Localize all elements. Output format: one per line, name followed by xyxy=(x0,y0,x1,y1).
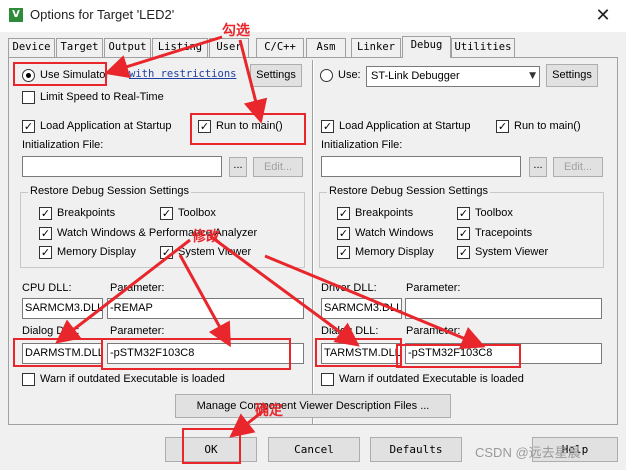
load-app-label-right: Load Application at Startup xyxy=(339,120,471,132)
tracepoints-checkbox-right[interactable]: ✓ xyxy=(457,227,470,240)
debugger-select[interactable]: ST-Link Debugger ▼ xyxy=(366,66,540,87)
defaults-button[interactable]: Defaults xyxy=(370,437,462,462)
memory-display-checkbox-right[interactable]: ✓ xyxy=(337,246,350,259)
init-file-input-right[interactable] xyxy=(321,156,521,177)
toolbox-checkbox-left[interactable]: ✓ xyxy=(160,207,173,220)
restore-title-right: Restore Debug Session Settings xyxy=(327,185,490,197)
run-to-main-label-right: Run to main() xyxy=(514,120,581,132)
highlight-use-simulator xyxy=(13,62,107,86)
manage-component-viewer-button[interactable]: Manage Component Viewer Description File… xyxy=(175,394,451,418)
tracepoints-label-right: Tracepoints xyxy=(475,227,533,239)
cpu-param-input[interactable]: -REMAP xyxy=(107,298,304,319)
warn-outdated-checkbox-left[interactable] xyxy=(22,373,35,386)
driver-dll-input[interactable]: SARMCM3.DLL xyxy=(321,298,402,319)
tab-debug[interactable]: Debug xyxy=(402,36,451,58)
chevron-down-icon: ▼ xyxy=(529,71,536,81)
tab-user[interactable]: User xyxy=(209,38,249,57)
watch-windows-checkbox-left[interactable]: ✓ xyxy=(39,227,52,240)
warn-outdated-label-right: Warn if outdated Executable is loaded xyxy=(339,373,524,385)
system-viewer-checkbox-right[interactable]: ✓ xyxy=(457,246,470,259)
tab-listing[interactable]: Listing xyxy=(152,38,208,57)
init-file-input-left[interactable] xyxy=(22,156,222,177)
breakpoints-label-left: Breakpoints xyxy=(57,207,116,219)
simulator-settings-button[interactable]: Settings xyxy=(250,64,302,87)
highlight-dialog-dll-right xyxy=(315,338,402,367)
highlight-dialog-param-left xyxy=(101,338,291,370)
watch-windows-label-left: Watch Windows & Performance Analyzer xyxy=(57,227,258,239)
driver-param-label: Parameter: xyxy=(406,282,461,294)
breakpoints-label-right: Breakpoints xyxy=(355,207,414,219)
cpu-dll-input[interactable]: SARMCM3.DLL xyxy=(22,298,103,319)
load-app-label-left: Load Application at Startup xyxy=(40,120,172,132)
dialog-param-label-left: Parameter: xyxy=(110,325,165,337)
warn-outdated-checkbox-right[interactable] xyxy=(321,373,334,386)
highlight-dialog-dll-left xyxy=(13,338,103,367)
init-file-label-left: Initialization File: xyxy=(22,139,104,151)
load-app-checkbox-left[interactable]: ✓ xyxy=(22,120,35,133)
toolbox-label-left: Toolbox xyxy=(178,207,216,219)
toolbox-checkbox-right[interactable]: ✓ xyxy=(457,207,470,220)
with-restrictions-link[interactable]: with restrictions xyxy=(129,68,236,80)
driver-param-input[interactable] xyxy=(405,298,602,319)
debugger-settings-button[interactable]: Settings xyxy=(546,64,598,87)
tab-asm[interactable]: Asm xyxy=(306,38,346,57)
tab-c-cpp[interactable]: C/C++ xyxy=(256,38,304,57)
tab-output[interactable]: Output xyxy=(104,38,151,57)
init-file-edit-right[interactable]: Edit... xyxy=(553,157,603,177)
init-file-label-right: Initialization File: xyxy=(321,139,403,151)
limit-speed-checkbox[interactable] xyxy=(22,91,35,104)
title-bar: V Options for Target 'LED2' ✕ xyxy=(0,0,626,32)
restore-title-left: Restore Debug Session Settings xyxy=(28,185,191,197)
debugger-select-value: ST-Link Debugger xyxy=(371,70,460,82)
init-file-browse-right[interactable]: ... xyxy=(529,157,547,177)
watch-windows-label-right: Watch Windows xyxy=(355,227,434,239)
highlight-run-to-main xyxy=(190,113,306,145)
tab-linker[interactable]: Linker xyxy=(351,38,401,57)
dialog-dll-label-left: Dialog DLL: xyxy=(22,325,80,337)
system-viewer-label-left: System Viewer xyxy=(178,246,252,258)
breakpoints-checkbox-left[interactable]: ✓ xyxy=(39,207,52,220)
memory-display-checkbox-left[interactable]: ✓ xyxy=(39,246,52,259)
annotation-modify: 修改 xyxy=(192,229,220,245)
cpu-dll-label: CPU DLL: xyxy=(22,282,72,294)
tab-device[interactable]: Device xyxy=(8,38,55,57)
limit-speed-label: Limit Speed to Real-Time xyxy=(40,91,164,103)
system-viewer-checkbox-left[interactable]: ✓ xyxy=(160,246,173,259)
init-file-browse-left[interactable]: ... xyxy=(229,157,247,177)
tab-utilities[interactable]: Utilities xyxy=(451,38,515,57)
window-title: Options for Target 'LED2' xyxy=(30,7,175,22)
watch-windows-checkbox-right[interactable]: ✓ xyxy=(337,227,350,240)
load-app-checkbox-right[interactable]: ✓ xyxy=(321,120,334,133)
close-icon[interactable]: ✕ xyxy=(580,0,626,32)
use-debugger-radio[interactable] xyxy=(320,69,333,82)
system-viewer-label-right: System Viewer xyxy=(475,246,549,258)
dialog-dll-label-right: Dialog DLL: xyxy=(321,325,379,337)
memory-display-label-left: Memory Display xyxy=(57,246,136,258)
highlight-ok-button xyxy=(182,428,241,464)
tab-target[interactable]: Target xyxy=(56,38,103,57)
cpu-param-label: Parameter: xyxy=(110,282,165,294)
use-label: Use: xyxy=(338,69,361,81)
toolbox-label-right: Toolbox xyxy=(475,207,513,219)
watermark: CSDN @远去星晨 xyxy=(475,445,581,460)
breakpoints-checkbox-right[interactable]: ✓ xyxy=(337,207,350,220)
run-to-main-checkbox-right[interactable]: ✓ xyxy=(496,120,509,133)
column-divider xyxy=(312,60,314,424)
init-file-edit-left[interactable]: Edit... xyxy=(253,157,303,177)
warn-outdated-label-left: Warn if outdated Executable is loaded xyxy=(40,373,225,385)
app-icon: V xyxy=(9,8,23,22)
driver-dll-label: Driver DLL: xyxy=(321,282,377,294)
highlight-dialog-param-right xyxy=(396,344,521,368)
annotation-confirm: 确定 xyxy=(255,403,283,419)
cancel-button[interactable]: Cancel xyxy=(268,437,360,462)
dialog-param-label-right: Parameter: xyxy=(406,325,461,337)
annotation-check: 勾选 xyxy=(222,23,250,39)
memory-display-label-right: Memory Display xyxy=(355,246,434,258)
